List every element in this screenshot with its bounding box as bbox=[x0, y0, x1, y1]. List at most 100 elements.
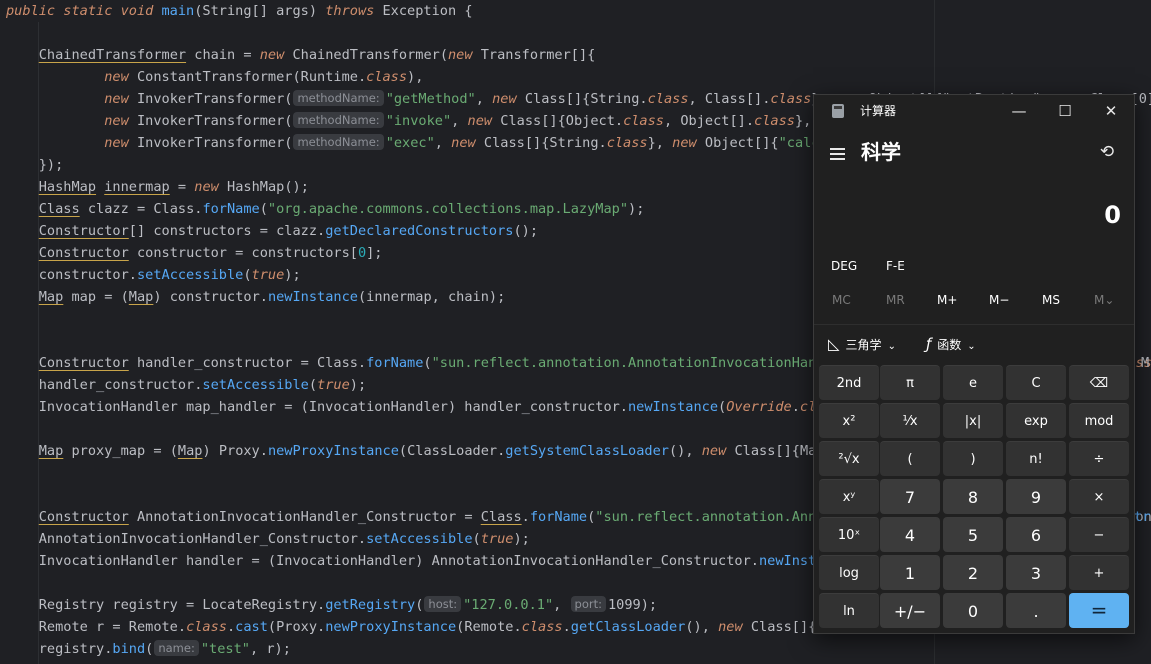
memory-button[interactable]: MS bbox=[1042, 293, 1060, 307]
divider bbox=[814, 324, 1134, 325]
code-token: ]; bbox=[366, 245, 383, 261]
code-token: class bbox=[770, 91, 812, 107]
negate-button[interactable]: +/− bbox=[880, 593, 940, 628]
code-line: public static void main(String[] args) t… bbox=[6, 0, 473, 22]
code-token: new bbox=[259, 47, 293, 63]
code-token: Class[]{String. bbox=[483, 135, 607, 151]
digit-6-button[interactable]: 6 bbox=[1006, 517, 1066, 552]
maximize-button[interactable]: ☐ bbox=[1042, 95, 1088, 127]
reciprocal-button[interactable]: ¹⁄x bbox=[880, 403, 940, 438]
factorial-button[interactable]: n! bbox=[1006, 441, 1066, 476]
code-token: HashMap bbox=[38, 179, 97, 195]
divide-button[interactable]: ÷ bbox=[1069, 441, 1129, 476]
code-token: , Class[]. bbox=[688, 91, 771, 107]
digit-2-button[interactable]: 2 bbox=[943, 555, 1003, 590]
code-token: Class[]{String. bbox=[524, 91, 648, 107]
close-button[interactable]: ✕ bbox=[1088, 95, 1134, 127]
hamburger-menu-icon[interactable] bbox=[828, 139, 848, 167]
exp-button[interactable]: exp bbox=[1006, 403, 1066, 438]
code-token: class bbox=[186, 619, 227, 635]
code-token: (ClassLoader. bbox=[398, 443, 506, 459]
code-token: InvokerTransformer( bbox=[136, 135, 293, 151]
digit-8-button[interactable]: 8 bbox=[943, 479, 1003, 514]
code-token: (); bbox=[513, 223, 539, 239]
code-token: new bbox=[104, 91, 137, 107]
function-icon: ƒ bbox=[926, 335, 932, 353]
digit-1-button[interactable]: 1 bbox=[880, 555, 940, 590]
code-token: InvokerTransformer( bbox=[136, 113, 293, 129]
code-token: getRegistry bbox=[325, 597, 416, 613]
angle-unit-button[interactable]: DEG bbox=[831, 259, 857, 273]
history-icon[interactable]: ⟲ bbox=[1094, 139, 1120, 165]
decimal-button[interactable]: . bbox=[1006, 593, 1066, 628]
code-line: Registry registry = LocateRegistry.getRe… bbox=[6, 594, 657, 616]
code-token: (Remote. bbox=[456, 619, 522, 635]
code-token: ( bbox=[472, 531, 481, 547]
calculator-window[interactable]: 计算器 — ☐ ✕ 科学 ⟲ 0 DEG F-E MC MR M+ M− MS M⌄ ◺ 三… bbox=[813, 94, 1135, 634]
code-token: ChainedTransformer( bbox=[292, 47, 449, 63]
power-button[interactable]: xʸ bbox=[819, 479, 879, 514]
code-token: [] constructors = clazz. bbox=[128, 223, 326, 239]
chevron-down-icon: ⌄ bbox=[967, 341, 976, 352]
code-token: Map bbox=[177, 443, 203, 459]
code-line: Constructor[] constructors = clazz.getDe… bbox=[6, 220, 538, 242]
code-token: , bbox=[451, 113, 468, 129]
digit-3-button[interactable]: 3 bbox=[1006, 555, 1066, 590]
digit-7-button[interactable]: 7 bbox=[880, 479, 940, 514]
second-button[interactable]: 2nd bbox=[819, 365, 879, 400]
digit-4-button[interactable]: 4 bbox=[880, 517, 940, 552]
code-line: registry.bind(name: "test", r); bbox=[6, 638, 291, 660]
parameter-hint: name: bbox=[154, 640, 199, 656]
open-paren-button[interactable]: ( bbox=[880, 441, 940, 476]
trigonometry-dropdown[interactable]: ◺ 三角学 ⌄ bbox=[828, 335, 896, 353]
title-bar[interactable]: 计算器 — ☐ ✕ bbox=[814, 95, 1134, 127]
code-token: "test" bbox=[200, 641, 250, 657]
triangle-icon: ◺ bbox=[828, 335, 840, 353]
close-paren-button[interactable]: ) bbox=[943, 441, 1003, 476]
code-token: map = ( bbox=[63, 289, 129, 305]
e-button[interactable]: e bbox=[943, 365, 1003, 400]
function-dropdown[interactable]: ƒ 函数 ⌄ bbox=[926, 335, 976, 353]
code-token: ) constructor. bbox=[153, 289, 268, 305]
code-token: newInstance bbox=[628, 399, 719, 415]
digit-5-button[interactable]: 5 bbox=[943, 517, 1003, 552]
code-token: new bbox=[104, 69, 137, 85]
absolute-button[interactable]: |x| bbox=[943, 403, 1003, 438]
code-token: new bbox=[448, 47, 481, 63]
code-token: . bbox=[791, 399, 800, 415]
minimize-button[interactable]: — bbox=[996, 95, 1042, 127]
mod-button[interactable]: mod bbox=[1069, 403, 1129, 438]
log-button[interactable]: log bbox=[819, 555, 879, 590]
digit-0-button[interactable]: 0 bbox=[943, 593, 1003, 628]
code-token: new bbox=[718, 619, 751, 635]
fe-button[interactable]: F-E bbox=[886, 259, 905, 273]
code-line: }); bbox=[6, 154, 64, 176]
memory-button[interactable]: M− bbox=[989, 293, 1009, 307]
pi-button[interactable]: π bbox=[880, 365, 940, 400]
minus-button[interactable]: − bbox=[1069, 517, 1129, 552]
ten-power-button[interactable]: 10ˣ bbox=[819, 517, 879, 552]
memory-button[interactable]: MR bbox=[886, 293, 905, 307]
code-line: Constructor constructor = constructors[0… bbox=[6, 242, 383, 264]
memory-button[interactable]: MC bbox=[832, 293, 851, 307]
clear-button[interactable]: C bbox=[1006, 365, 1066, 400]
code-token: Class bbox=[38, 201, 80, 217]
backspace-button[interactable]: ⌫ bbox=[1069, 365, 1129, 400]
code-token: , bbox=[475, 91, 493, 107]
multiply-button[interactable]: × bbox=[1069, 479, 1129, 514]
code-token: Map bbox=[38, 289, 64, 305]
square-button[interactable]: x² bbox=[819, 403, 879, 438]
code-token: ( bbox=[145, 641, 154, 657]
digit-9-button[interactable]: 9 bbox=[1006, 479, 1066, 514]
sqrt-button[interactable]: ²√x bbox=[819, 441, 879, 476]
parameter-hint: methodName: bbox=[293, 90, 384, 106]
code-line: constructor.setAccessible(true); bbox=[6, 264, 301, 286]
plus-button[interactable]: + bbox=[1069, 555, 1129, 590]
code-token: Exception { bbox=[382, 3, 473, 19]
equals-button[interactable]: = bbox=[1069, 593, 1129, 628]
memory-button[interactable]: M⌄ bbox=[1094, 293, 1114, 307]
code-token: "org.apache.commons.collections.map.Lazy… bbox=[267, 201, 629, 217]
code-token: forName bbox=[529, 509, 588, 525]
memory-button[interactable]: M+ bbox=[937, 293, 957, 307]
ln-button[interactable]: ln bbox=[819, 593, 879, 628]
